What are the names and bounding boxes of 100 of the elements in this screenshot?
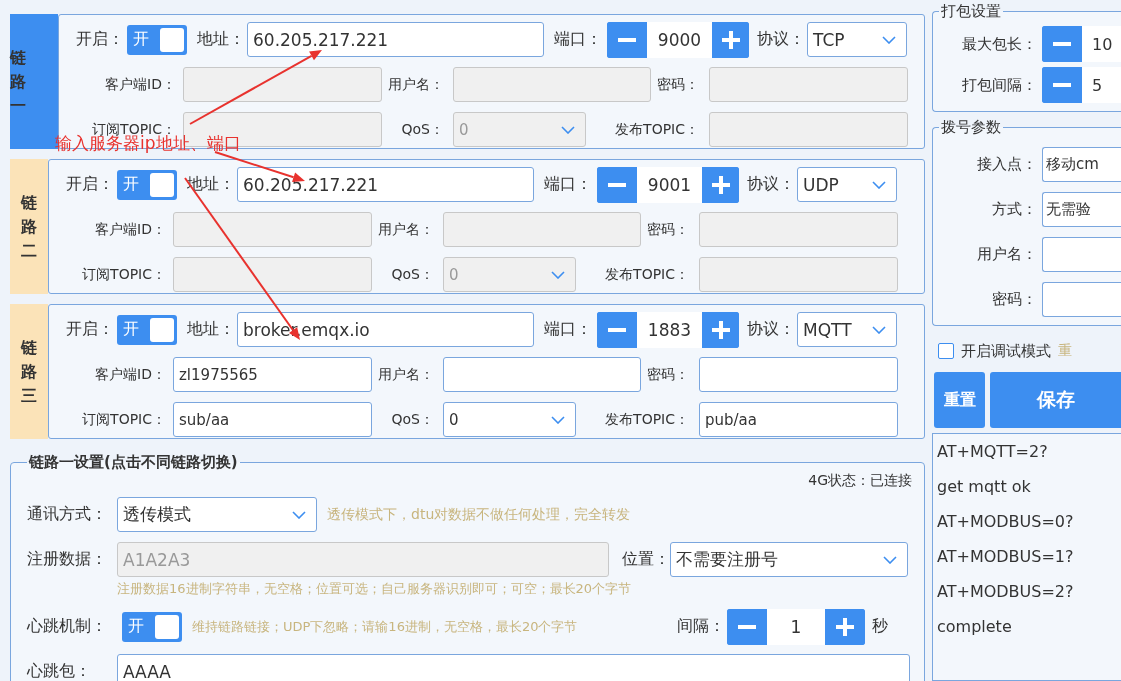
field-label: 客户端ID：	[104, 75, 176, 94]
log-line: AT+MODBUS=1?	[937, 546, 1075, 568]
number-field[interactable]: 1	[767, 608, 825, 645]
section-title: 链路一设置(点击不同链路切换)	[27, 453, 239, 472]
address-field[interactable]: 60.205.217.221	[237, 167, 534, 202]
log-line: AT+MODBUS=2?	[937, 581, 1075, 603]
field-label: 发布TOPIC：	[604, 410, 689, 429]
field-label: 心跳包：	[27, 661, 92, 681]
input-field[interactable]	[443, 212, 641, 247]
input-field[interactable]: zl1975565	[173, 357, 372, 392]
dropdown[interactable]: TCP	[807, 22, 907, 57]
field-label: 位置：	[622, 549, 670, 570]
field-label: 开启：	[66, 319, 114, 340]
log-line: AT+MODBUS=0?	[937, 511, 1075, 533]
number-field[interactable]: 5	[1082, 67, 1121, 103]
hint-text: 重	[1058, 342, 1072, 360]
input-field[interactable]	[709, 112, 908, 147]
chevron-down-icon	[561, 125, 575, 134]
field-label: 客户端ID：	[94, 220, 166, 239]
plus-icon	[711, 320, 730, 339]
input-field[interactable]	[1042, 236, 1121, 272]
dropdown[interactable]: 透传模式	[117, 497, 317, 532]
field-label: 间隔：	[677, 616, 725, 637]
dropdown[interactable]: MQTT	[797, 312, 897, 347]
link-tab[interactable]: 链路二	[10, 159, 48, 294]
chevron-down-icon	[551, 270, 565, 279]
dropdown[interactable]: 0	[443, 402, 576, 437]
address-field[interactable]: 60.205.217.221	[247, 22, 544, 57]
chevron-down-icon	[872, 325, 886, 334]
link-tab[interactable]: 链路三	[10, 304, 48, 439]
hint-text: 维持链路链接；UDP下忽略；请输16进制，无空格，最长20个字节	[192, 617, 579, 636]
input-field[interactable]	[453, 67, 651, 102]
section-title: 拨号参数	[940, 118, 1002, 137]
input-field[interactable]	[709, 67, 908, 102]
field-label: 方式：	[991, 199, 1037, 219]
chevron-down-icon	[883, 555, 897, 564]
plus-icon	[711, 175, 730, 194]
minus-icon	[608, 327, 626, 332]
field-label: 协议：	[747, 174, 795, 195]
minus-icon	[618, 37, 636, 42]
field-label: 发布TOPIC：	[614, 120, 699, 139]
field-label: 端口：	[544, 174, 592, 195]
field-label: 端口：	[554, 29, 602, 50]
number-field[interactable]: 10	[1082, 26, 1121, 62]
minus-icon	[1053, 42, 1071, 46]
field-label: 密码：	[646, 365, 689, 384]
input-field[interactable]: 无需验	[1042, 191, 1121, 227]
field-label: 用户名：	[387, 75, 444, 94]
section-title: 打包设置	[940, 2, 1002, 21]
hint-text: 透传模式下，dtu对数据不做任何处理，完全转发	[327, 505, 631, 524]
input-field[interactable]	[173, 257, 372, 292]
field-label: 用户名：	[976, 244, 1037, 264]
field-label: 地址：	[197, 29, 245, 50]
input-field[interactable]	[699, 257, 898, 292]
input-field[interactable]: pub/aa	[699, 402, 898, 437]
field-label: 密码：	[991, 289, 1037, 309]
field-label: 发布TOPIC：	[604, 265, 689, 284]
field-label: 用户名：	[377, 365, 434, 384]
field-label: 开启：	[66, 174, 114, 195]
field-label: 密码：	[656, 75, 699, 94]
field-label: 秒	[872, 616, 888, 637]
number-field[interactable]: 9001	[637, 166, 702, 203]
input-field[interactable]: AAAA	[117, 654, 910, 681]
field-label: QoS：	[400, 120, 444, 139]
chevron-down-icon	[882, 35, 896, 44]
field-label: 打包间隔：	[961, 75, 1037, 95]
field-label: 协议：	[757, 29, 805, 50]
field-label: 地址：	[187, 319, 235, 340]
field-label: QoS：	[390, 265, 434, 284]
field-label: 注册数据：	[27, 549, 108, 570]
field-label: 接入点：	[976, 154, 1037, 174]
number-field[interactable]: 9000	[647, 21, 712, 58]
input-field[interactable]	[443, 357, 641, 392]
plus-icon	[836, 617, 854, 636]
input-field[interactable]: sub/aa	[173, 402, 372, 437]
hint-text: 注册数据16进制字符串，无空格；位置可选；自己服务器识别即可；可空；最长20个字节	[117, 580, 632, 598]
checkbox-label[interactable]: 开启调试模式	[961, 341, 1051, 361]
field-label: 通讯方式：	[27, 504, 108, 525]
dropdown[interactable]: UDP	[797, 167, 897, 202]
number-field[interactable]: 1883	[637, 311, 702, 348]
field-label: 心跳机制：	[27, 616, 108, 637]
dropdown[interactable]: 不需要注册号	[670, 542, 908, 577]
log-line: complete	[937, 616, 1013, 638]
input-field[interactable]: 移动cm	[1042, 146, 1121, 182]
plus-icon	[721, 30, 740, 49]
field-label: 协议：	[747, 319, 795, 340]
input-field[interactable]	[699, 212, 898, 247]
field-label: 密码：	[646, 220, 689, 239]
chevron-down-icon	[551, 415, 565, 424]
input-field[interactable]	[699, 357, 898, 392]
checkbox[interactable]	[938, 343, 954, 359]
field-label: 客户端ID：	[94, 365, 166, 384]
input-field[interactable]	[1042, 281, 1121, 317]
field-label: 开启：	[76, 29, 124, 50]
minus-icon	[608, 182, 626, 187]
field-label: 最大包长：	[961, 34, 1037, 54]
status-text: 4G状态：已连接	[808, 472, 912, 488]
chevron-down-icon	[872, 180, 886, 189]
log-line: AT+MQTT=2?	[937, 441, 1049, 463]
field-label: 订阅TOPIC：	[81, 410, 166, 429]
